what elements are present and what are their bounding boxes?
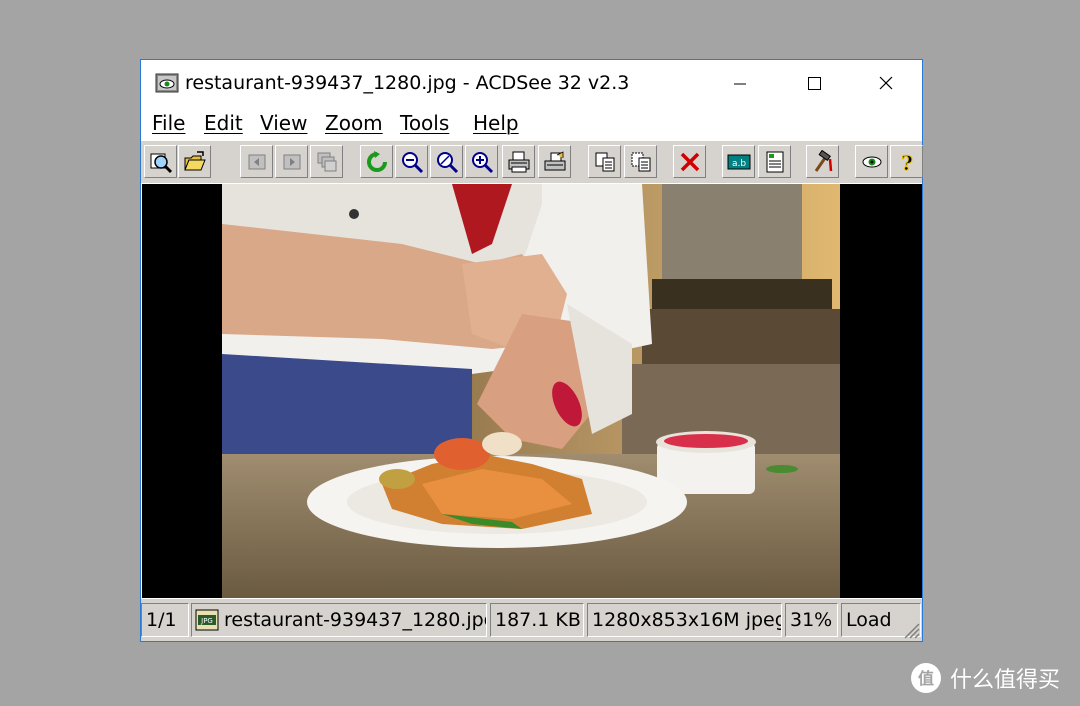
resize-grip-icon[interactable] [902,621,920,639]
close-icon [879,76,893,90]
zoom-out-icon [401,151,423,173]
menu-file[interactable]: File [152,111,185,135]
zoom-fit-icon [436,151,458,173]
copy-icon [595,152,614,171]
maximize-icon [808,77,821,90]
tools-icon [814,149,832,172]
next-button[interactable] [275,145,308,178]
help-button[interactable]: ? [890,145,923,178]
browse-button[interactable] [144,145,177,178]
rename-button[interactable]: a.b [722,145,755,178]
print-button[interactable] [502,145,535,178]
slideshow-icon [317,152,336,171]
copy-button[interactable] [588,145,621,178]
rename-icon: a.b [727,154,750,169]
photo-chef-plating-dish [222,184,840,598]
delete-button[interactable] [673,145,706,178]
view-button[interactable] [855,145,888,178]
menu-view[interactable]: View [260,111,307,135]
title-bar[interactable]: restaurant-939437_1280.jpg - ACDSee 32 v… [141,60,922,108]
jpg-file-icon: JPG [195,609,219,631]
status-index: 1/1 [141,603,189,637]
maximize-button[interactable] [792,66,836,102]
svg-text:?: ? [901,151,913,174]
status-dimensions: 1280x853x16M jpeg [587,603,782,637]
menu-edit[interactable]: Edit [204,111,243,135]
status-filesize: 187.1 KB [490,603,584,637]
open-folder-icon [183,150,206,170]
watermark-text: 什么值得买 [950,668,1061,693]
toolbar: a.b ? [141,140,923,183]
rotate-button[interactable] [360,145,393,178]
svg-text:JPG: JPG [200,617,213,625]
menu-help[interactable]: Help [473,111,519,135]
help-icon: ? [900,150,913,174]
slideshow-button[interactable] [310,145,343,178]
svg-text:值: 值 [918,669,934,688]
acdsee-eye-icon [155,73,179,93]
zoom-fit-button[interactable] [430,145,463,178]
view-eye-icon [862,156,881,167]
paste-icon [631,152,650,171]
open-button[interactable] [178,145,211,178]
minimize-button[interactable] [718,66,762,102]
previous-button[interactable] [240,145,273,178]
zoom-in-button[interactable] [465,145,498,178]
status-filename-panel: JPG restaurant-939437_1280.jpg [191,603,487,637]
minimize-icon [734,83,746,85]
rotate-icon [366,150,387,172]
print-icon [508,151,529,172]
acquire-button[interactable] [538,145,571,178]
status-bar: 1/1 JPG restaurant-939437_1280.jpg 187.1… [141,599,922,641]
tools-button[interactable] [806,145,839,178]
acquire-icon [544,150,565,170]
menu-zoom[interactable]: Zoom [325,111,383,135]
acdsee-window: restaurant-939437_1280.jpg - ACDSee 32 v… [140,59,923,642]
zoom-in-icon [471,151,493,173]
paste-button[interactable] [624,145,657,178]
close-button[interactable] [864,66,908,102]
delete-icon [680,152,699,171]
zoom-out-button[interactable] [395,145,428,178]
status-filename: restaurant-939437_1280.jpg [224,609,487,631]
window-title: restaurant-939437_1280.jpg - ACDSee 32 v… [185,72,630,94]
menu-tools[interactable]: Tools [400,111,449,135]
smzdm-logo-icon: 值 [911,663,941,693]
next-image-icon [283,154,300,169]
svg-text:a.b: a.b [731,159,745,169]
properties-icon [766,151,783,172]
menu-bar: File Edit View Zoom Tools Help [141,108,922,140]
watermark: 值 什么值得买 [910,662,1060,694]
image-viewer[interactable] [142,184,922,598]
browse-icon [150,153,172,173]
properties-button[interactable] [758,145,791,178]
previous-image-icon [248,154,265,169]
status-zoom: 31% [785,603,838,637]
